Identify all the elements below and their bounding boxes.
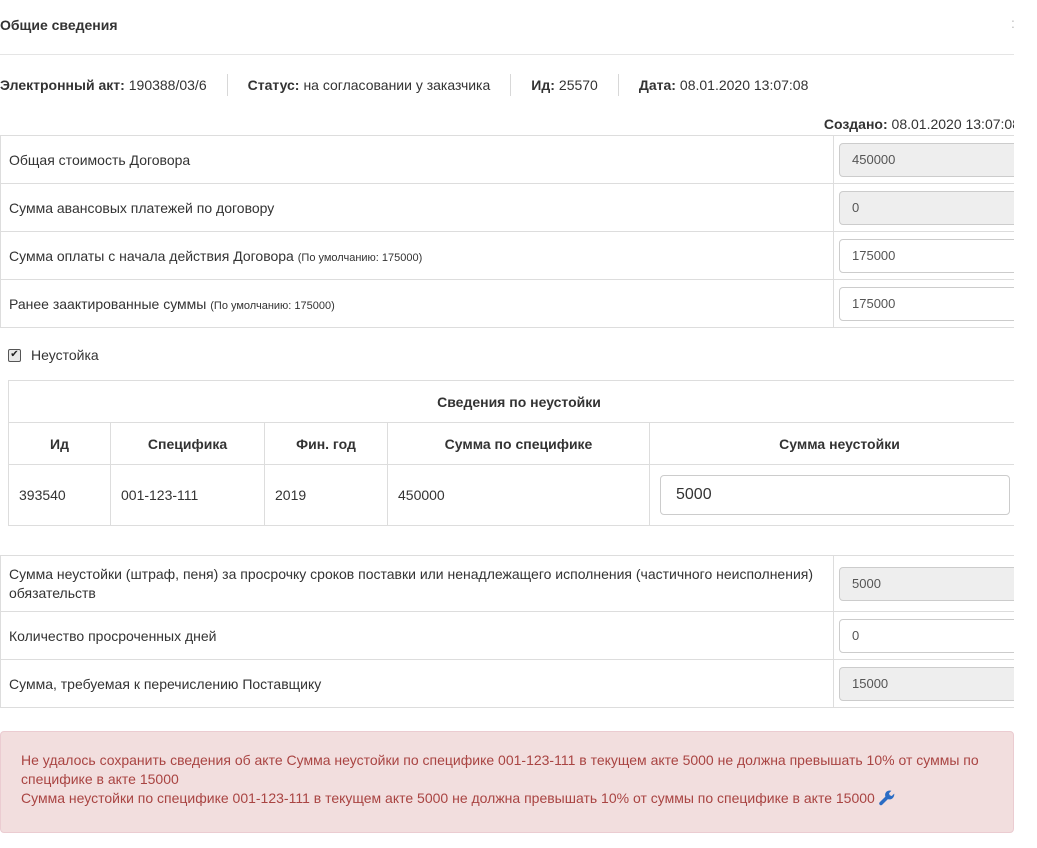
col-header: Сумма неустойки	[649, 422, 1014, 465]
field-label: Сумма оплаты с начала действия Договора …	[0, 231, 834, 280]
field-row: Сумма оплаты с начала действия Договора …	[0, 231, 1014, 280]
default-hint: (По умолчанию: 175000)	[297, 251, 423, 264]
col-header: Специфика	[110, 422, 265, 465]
error-alert: Не удалось сохранить сведения об акте Су…	[0, 731, 1014, 833]
created-value: 08.01.2020 13:07:08	[891, 116, 1014, 132]
panel-title: Общие сведения	[0, 17, 118, 33]
col-header: Фин. год	[264, 422, 388, 465]
penalty-table-header: Ид Специфика Фин. год Сумма по специфике…	[8, 422, 1014, 465]
penalty-total-field[interactable]: 5000	[839, 566, 1014, 601]
field-label: Ранее заактированные суммы (По умолчанию…	[0, 279, 834, 328]
contract-total-field[interactable]: 450000	[839, 142, 1014, 177]
field-label: Сумма неустойки (штраф, пеня) за просроч…	[0, 555, 834, 612]
penalty-checkbox-row[interactable]: ✔ Неустойка	[8, 347, 99, 363]
separator	[510, 74, 512, 96]
cell-spec: 001-123-111	[110, 464, 265, 526]
cell-year: 2019	[264, 464, 388, 526]
field-label: Сумма авансовых платежей по договору	[0, 183, 834, 232]
divider	[0, 54, 1014, 55]
act-value: 190388/03/6	[128, 77, 207, 93]
cell-sum: 450000	[387, 464, 650, 526]
col-header: Сумма по специфике	[387, 422, 650, 465]
wrench-icon[interactable]	[878, 790, 895, 806]
table-row: 393540 001-123-111 2019 450000 5000	[8, 464, 1014, 526]
top-fields-table: Общая стоимость Договора 450000 Сумма ав…	[0, 135, 1014, 328]
default-hint: (По умолчанию: 175000)	[210, 299, 335, 312]
field-row: Сумма неустойки (штраф, пеня) за просроч…	[0, 555, 1014, 612]
field-row: Количество просроченных дней 0	[0, 611, 1014, 660]
penalty-amount-input[interactable]: 5000	[660, 475, 1010, 515]
separator	[226, 74, 228, 96]
field-row: Сумма авансовых платежей по договору 0	[0, 183, 1014, 232]
cell-id: 393540	[8, 464, 111, 526]
error-line: Не удалось сохранить сведения об акте Су…	[21, 752, 979, 787]
status-value: на согласовании у заказчика	[303, 77, 491, 93]
overdue-days-field[interactable]: 0	[839, 618, 1014, 653]
separator	[617, 74, 619, 96]
field-label: Сумма, требуемая к перечислению Поставщи…	[0, 659, 834, 708]
status-label: Статус:	[247, 77, 300, 93]
act-meta: Электронный акт: 190388/03/6 Статус: на …	[0, 74, 809, 96]
field-row: Ранее заактированные суммы (По умолчанию…	[0, 279, 1014, 328]
page: Общие сведения : Электронный акт: 190388…	[0, 0, 1014, 848]
created-label: Создано:	[823, 116, 888, 132]
field-row: Сумма, требуемая к перечислению Поставщи…	[0, 659, 1014, 708]
penalty-table: Сведения по неустойки Ид Специфика Фин. …	[8, 380, 1014, 526]
act-label: Электронный акт:	[0, 77, 125, 93]
created-info: Создано: 08.01.2020 13:07:08	[824, 116, 1014, 132]
date-label: Дата:	[638, 77, 676, 93]
penalty-checkbox-label: Неустойка	[31, 347, 99, 363]
previously-acted-field[interactable]: 175000	[839, 286, 1014, 321]
close-icon[interactable]: :	[1011, 15, 1014, 31]
col-header: Ид	[8, 422, 111, 465]
payments-since-start-field[interactable]: 175000	[839, 238, 1014, 273]
bottom-fields-table: Сумма неустойки (штраф, пеня) за просроч…	[0, 555, 1014, 708]
error-line: Сумма неустойки по специфике 001-123-111…	[21, 789, 993, 808]
penalty-table-title: Сведения по неустойки	[8, 380, 1014, 423]
field-label: Количество просроченных дней	[0, 611, 834, 660]
advance-payments-field[interactable]: 0	[839, 190, 1014, 225]
id-value: 25570	[558, 77, 598, 93]
amount-to-supplier-field[interactable]: 15000	[839, 666, 1014, 701]
id-label: Ид:	[531, 77, 555, 93]
field-row: Общая стоимость Договора 450000	[0, 135, 1014, 184]
field-label: Общая стоимость Договора	[0, 135, 834, 184]
date-value: 08.01.2020 13:07:08	[679, 77, 809, 93]
checkmark-icon[interactable]: ✔	[8, 348, 21, 362]
